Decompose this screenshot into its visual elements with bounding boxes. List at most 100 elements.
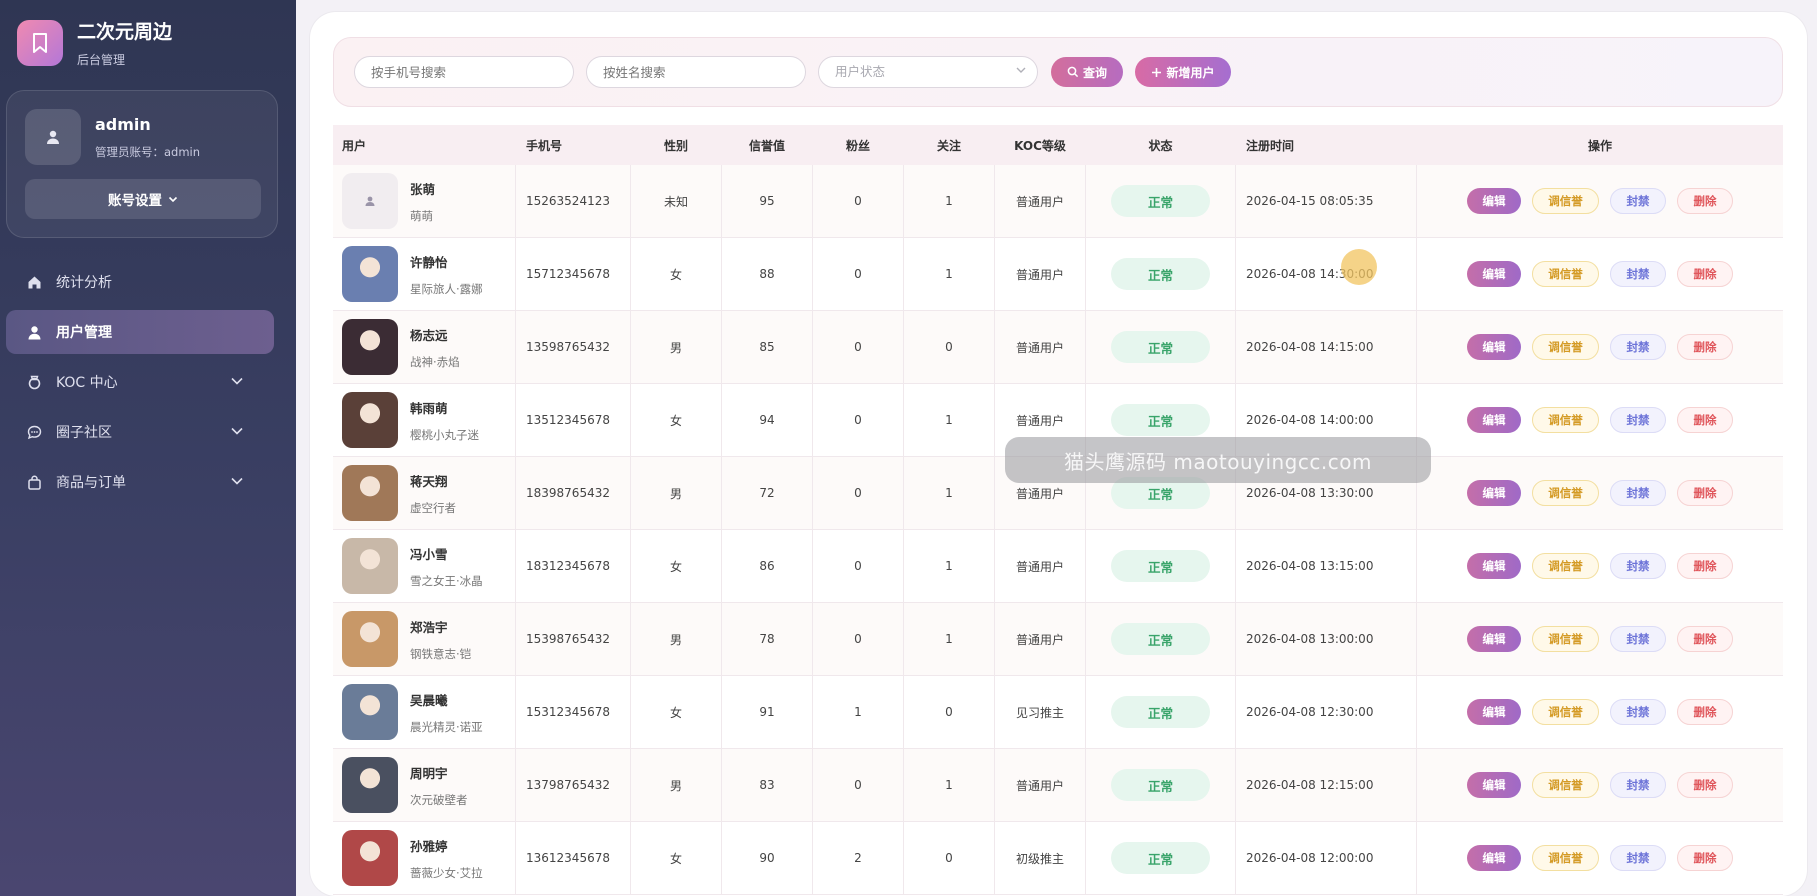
name-search-input[interactable]	[586, 56, 806, 88]
adjust-credit-button[interactable]: 调信誉	[1532, 480, 1599, 506]
phone-cell: 13612345678	[516, 822, 631, 894]
badge-icon	[26, 374, 42, 390]
credit-cell: 90	[722, 822, 813, 894]
adjust-credit-button[interactable]: 调信誉	[1532, 261, 1599, 287]
ban-button[interactable]: 封禁	[1610, 407, 1666, 433]
adjust-credit-button[interactable]: 调信誉	[1532, 845, 1599, 871]
delete-button[interactable]: 删除	[1677, 261, 1733, 287]
sidebar-item-users[interactable]: 用户管理	[6, 310, 274, 354]
user-cell: 韩雨萌 樱桃小丸子迷	[333, 384, 516, 456]
search-button[interactable]: 查询	[1051, 57, 1123, 87]
avatar	[25, 109, 81, 165]
ban-button[interactable]: 封禁	[1610, 699, 1666, 725]
avatar	[342, 611, 398, 667]
edit-button[interactable]: 编辑	[1467, 553, 1521, 579]
credit-cell: 91	[722, 676, 813, 748]
table-row: 冯小雪 雪之女王·冰晶 18312345678 女 86 0 1 普通用户 正常 2026-04-…	[333, 530, 1783, 603]
ops-cell: 编辑 调信誉 封禁 删除	[1417, 749, 1783, 821]
adjust-credit-button[interactable]: 调信誉	[1532, 334, 1599, 360]
gender-cell: 女	[631, 384, 722, 456]
add-user-button[interactable]: 新增用户	[1135, 57, 1231, 87]
edit-button[interactable]: 编辑	[1467, 261, 1521, 287]
delete-button[interactable]: 删除	[1677, 553, 1733, 579]
ban-button[interactable]: 封禁	[1610, 553, 1666, 579]
edit-button[interactable]: 编辑	[1467, 407, 1521, 433]
follow-cell: 1	[904, 530, 995, 602]
adjust-credit-button[interactable]: 调信誉	[1532, 772, 1599, 798]
user-cell: 郑浩宇 钢铁意志·铠	[333, 603, 516, 675]
account-settings-button[interactable]: 账号设置	[25, 179, 261, 219]
sidebar-item-community[interactable]: 圈子社区	[6, 410, 274, 454]
status-cell: 正常	[1086, 676, 1236, 748]
register-time-cell: 2026-04-08 13:00:00	[1236, 603, 1417, 675]
delete-button[interactable]: 删除	[1677, 480, 1733, 506]
sidebar-nav: 统计分析 用户管理 KOC 中心 圈子社区 商品与订单	[6, 260, 274, 510]
watermark: 猫头鹰源码 maotouyingcc.com	[1005, 437, 1431, 483]
status-select[interactable]: 用户状态	[818, 56, 1038, 88]
status-badge: 正常	[1111, 185, 1210, 217]
chevron-down-icon	[231, 477, 243, 485]
edit-button[interactable]: 编辑	[1467, 699, 1521, 725]
adjust-credit-button[interactable]: 调信誉	[1532, 699, 1599, 725]
user-table: 用户 手机号 性别 信誉值 粉丝 关注 KOC等级 状态 注册时间 操作 张萌萌…	[333, 125, 1783, 895]
credit-cell: 94	[722, 384, 813, 456]
mouse-cursor-highlight	[1341, 249, 1377, 285]
status-cell: 正常	[1086, 749, 1236, 821]
ban-button[interactable]: 封禁	[1610, 334, 1666, 360]
sidebar: 二次元周边 后台管理 admin 管理员账号：admin 账号设置 统计分析 用…	[0, 0, 296, 896]
delete-button[interactable]: 删除	[1677, 845, 1733, 871]
adjust-credit-button[interactable]: 调信誉	[1532, 553, 1599, 579]
user-account: 管理员账号：admin	[95, 145, 201, 159]
fans-cell: 0	[813, 457, 904, 529]
edit-button[interactable]: 编辑	[1467, 188, 1521, 214]
delete-button[interactable]: 删除	[1677, 772, 1733, 798]
avatar	[342, 319, 398, 375]
search-icon	[1067, 66, 1079, 78]
user-cell: 许静怡 星际旅人·露娜	[333, 238, 516, 310]
edit-button[interactable]: 编辑	[1467, 626, 1521, 652]
user-name: 郑浩宇	[410, 619, 448, 635]
home-icon	[26, 274, 42, 290]
delete-button[interactable]: 删除	[1677, 188, 1733, 214]
sidebar-item-koc[interactable]: KOC 中心	[6, 360, 274, 404]
user-cell: 张萌 萌萌	[333, 165, 516, 237]
sidebar-item-statistics[interactable]: 统计分析	[6, 260, 274, 304]
fans-cell: 1	[813, 676, 904, 748]
edit-button[interactable]: 编辑	[1467, 334, 1521, 360]
column-header-user: 用户	[342, 138, 367, 153]
edit-button[interactable]: 编辑	[1467, 845, 1521, 871]
delete-button[interactable]: 删除	[1677, 699, 1733, 725]
register-time-cell: 2026-04-08 13:15:00	[1236, 530, 1417, 602]
delete-button[interactable]: 删除	[1677, 407, 1733, 433]
adjust-credit-button[interactable]: 调信誉	[1532, 626, 1599, 652]
ban-button[interactable]: 封禁	[1610, 772, 1666, 798]
ban-button[interactable]: 封禁	[1610, 626, 1666, 652]
status-badge: 正常	[1111, 696, 1210, 728]
column-header-time: 注册时间	[1246, 138, 1295, 153]
edit-button[interactable]: 编辑	[1467, 772, 1521, 798]
adjust-credit-button[interactable]: 调信誉	[1532, 407, 1599, 433]
delete-button[interactable]: 删除	[1677, 626, 1733, 652]
status-cell: 正常	[1086, 603, 1236, 675]
column-header-koc: KOC等级	[1014, 138, 1066, 153]
fans-cell: 2	[813, 822, 904, 894]
ban-button[interactable]: 封禁	[1610, 188, 1666, 214]
fans-cell: 0	[813, 749, 904, 821]
phone-search-input[interactable]	[354, 56, 574, 88]
ban-button[interactable]: 封禁	[1610, 845, 1666, 871]
user-name: 杨志远	[410, 327, 448, 343]
follow-cell: 0	[904, 676, 995, 748]
register-time-cell: 2026-04-08 14:30:00	[1236, 238, 1417, 310]
credit-cell: 85	[722, 311, 813, 383]
bag-icon	[26, 474, 42, 490]
sidebar-item-products-orders[interactable]: 商品与订单	[6, 460, 274, 504]
ban-button[interactable]: 封禁	[1610, 261, 1666, 287]
user-nickname: 星际旅人·露娜	[410, 281, 483, 296]
delete-button[interactable]: 删除	[1677, 334, 1733, 360]
chevron-down-icon	[168, 196, 178, 203]
edit-button[interactable]: 编辑	[1467, 480, 1521, 506]
status-badge: 正常	[1111, 769, 1210, 801]
ban-button[interactable]: 封禁	[1610, 480, 1666, 506]
credit-cell: 95	[722, 165, 813, 237]
adjust-credit-button[interactable]: 调信誉	[1532, 188, 1599, 214]
